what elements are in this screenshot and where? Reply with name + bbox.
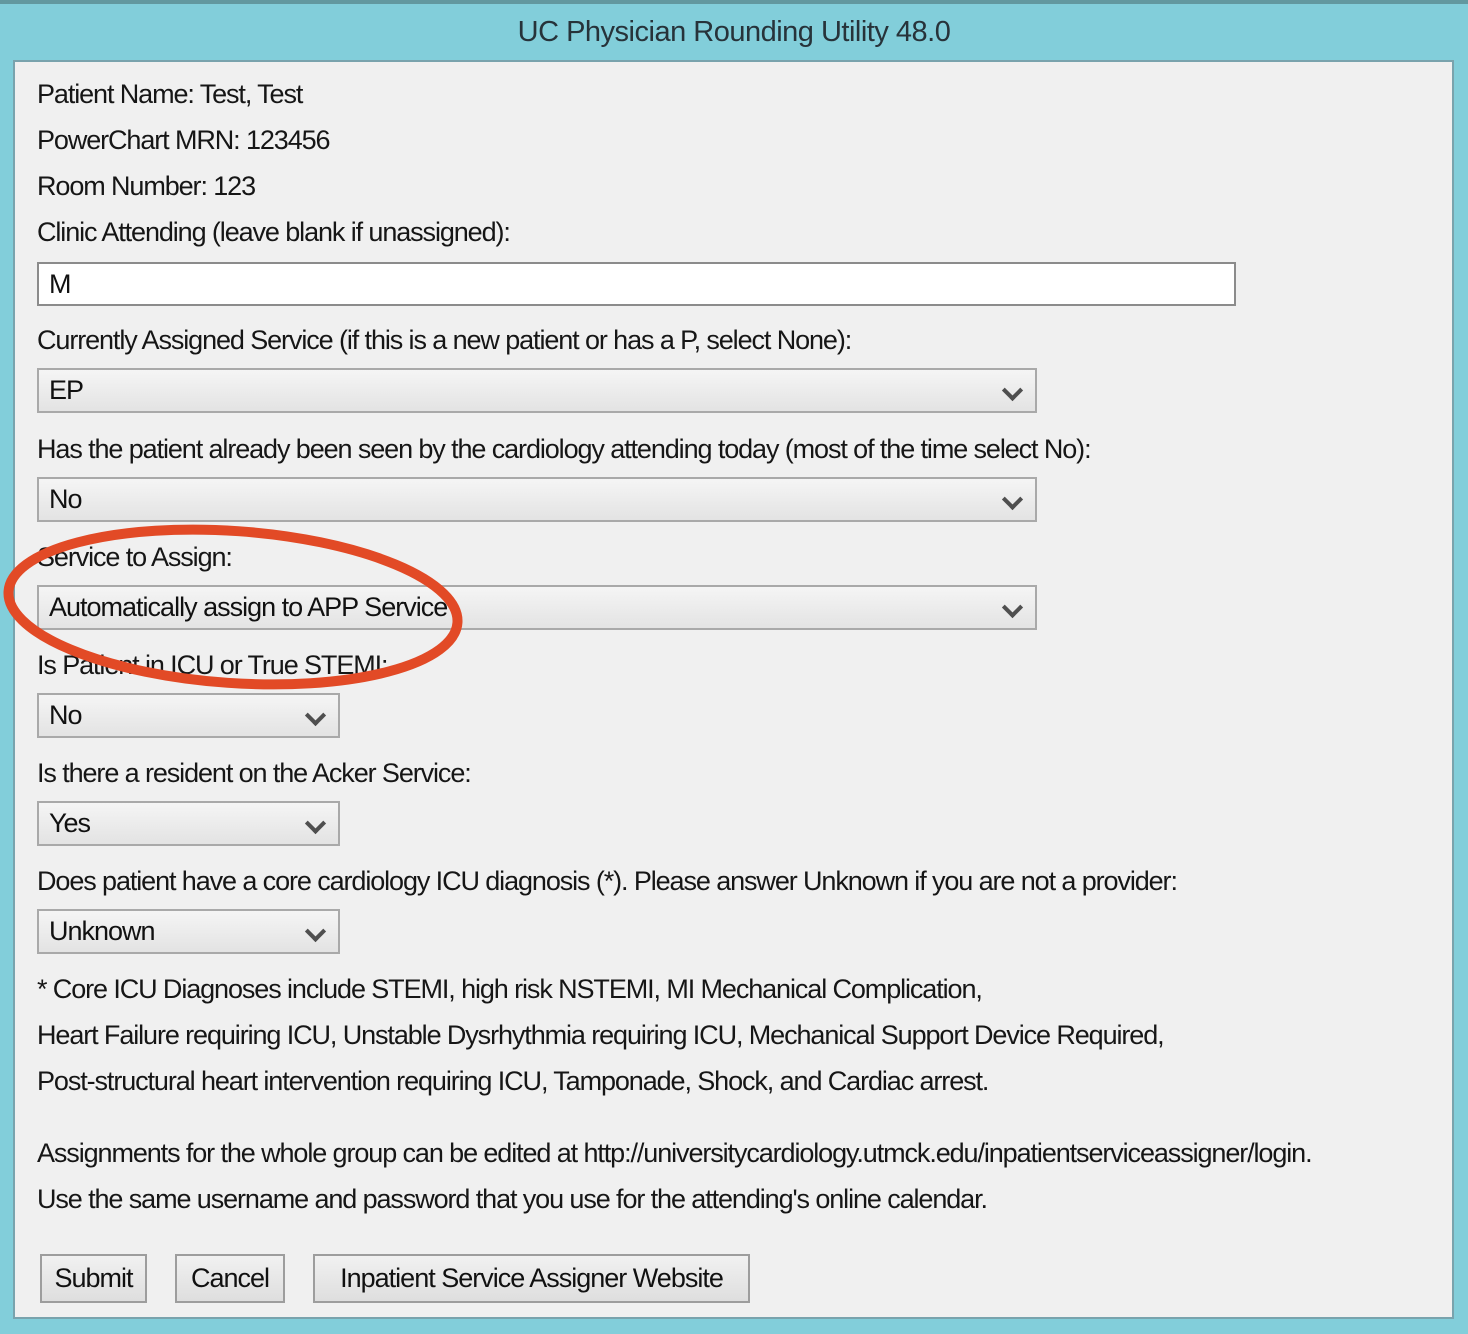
clinic-attending-label: Clinic Attending (leave blank if unassig… xyxy=(37,218,510,246)
submit-button[interactable]: Submit xyxy=(40,1254,147,1303)
inpatient-service-assigner-website-button[interactable]: Inpatient Service Assigner Website xyxy=(313,1254,750,1303)
powerchart-mrn-text: PowerChart MRN: 123456 xyxy=(37,126,329,154)
current-service-label: Currently Assigned Service (if this is a… xyxy=(37,326,851,354)
icu-or-stemi-select[interactable]: No xyxy=(37,693,340,738)
service-to-assign-label: Service to Assign: xyxy=(37,543,232,571)
core-icu-diagnosis-label: Does patient have a core cardiology ICU … xyxy=(37,867,1177,895)
icu-or-stemi-value: No xyxy=(49,700,82,731)
dialog-panel: Patient Name: Test, Test PowerChart MRN:… xyxy=(13,60,1454,1319)
window-title: UC Physician Rounding Utility 48.0 xyxy=(518,16,951,49)
chevron-down-icon xyxy=(1004,492,1018,506)
app-window: { "window": { "title": "UC Physician Rou… xyxy=(0,0,1468,1334)
current-service-select[interactable]: EP xyxy=(37,368,1037,413)
assignments-note-line2: Use the same username and password that … xyxy=(37,1185,987,1213)
assignments-note-line1: Assignments for the whole group can be e… xyxy=(37,1139,1311,1167)
core-icu-note-line2: Heart Failure requiring ICU, Unstable Dy… xyxy=(37,1021,1164,1049)
chevron-down-icon xyxy=(1004,383,1018,397)
service-to-assign-value: Automatically assign to APP Service xyxy=(49,592,447,623)
seen-today-value: No xyxy=(49,484,82,515)
cancel-button[interactable]: Cancel xyxy=(175,1254,285,1303)
chevron-down-icon xyxy=(307,708,321,722)
seen-today-label: Has the patient already been seen by the… xyxy=(37,435,1090,463)
patient-name-text: Patient Name: Test, Test xyxy=(37,80,302,108)
chevron-down-icon xyxy=(307,816,321,830)
seen-today-select[interactable]: No xyxy=(37,477,1037,522)
core-icu-note-line3: Post-structural heart intervention requi… xyxy=(37,1067,988,1095)
title-bar: UC Physician Rounding Utility 48.0 xyxy=(0,4,1468,60)
chevron-down-icon xyxy=(1004,600,1018,614)
clinic-attending-input[interactable] xyxy=(37,262,1236,306)
service-to-assign-select[interactable]: Automatically assign to APP Service xyxy=(37,585,1037,630)
acker-resident-label: Is there a resident on the Acker Service… xyxy=(37,759,471,787)
acker-resident-select[interactable]: Yes xyxy=(37,801,340,846)
chevron-down-icon xyxy=(307,924,321,938)
core-icu-diagnosis-select[interactable]: Unknown xyxy=(37,909,340,954)
acker-resident-value: Yes xyxy=(49,808,90,839)
icu-or-stemi-label: Is Patient in ICU or True STEMI: xyxy=(37,651,387,679)
core-icu-diagnosis-value: Unknown xyxy=(49,916,155,947)
core-icu-note-line1: * Core ICU Diagnoses include STEMI, high… xyxy=(37,975,982,1003)
current-service-value: EP xyxy=(49,375,83,406)
room-number-text: Room Number: 123 xyxy=(37,172,255,200)
